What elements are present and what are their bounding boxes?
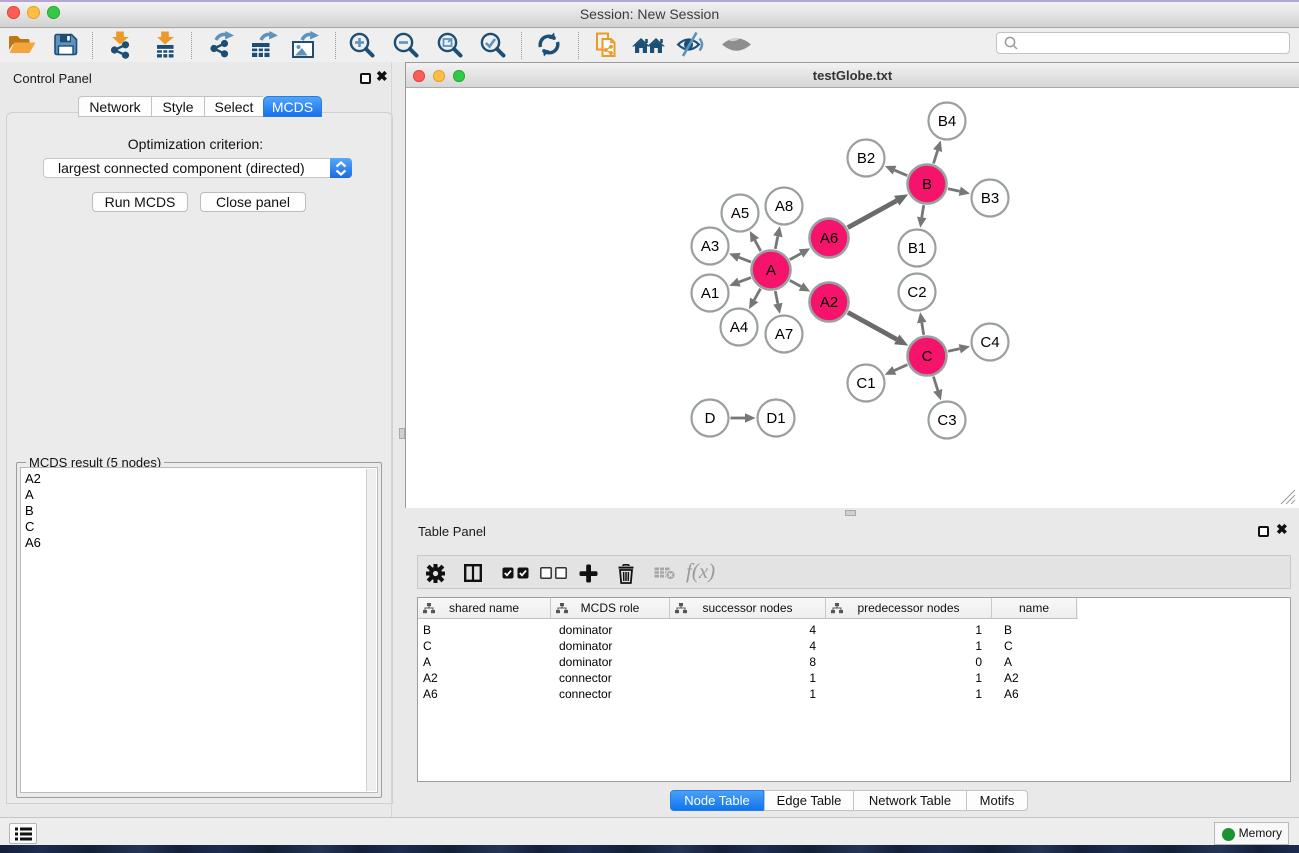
svg-text:D1: D1: [766, 410, 785, 427]
svg-text:B: B: [922, 176, 932, 193]
svg-text:A: A: [766, 262, 776, 279]
svg-text:D: D: [705, 410, 716, 427]
svg-text:C2: C2: [907, 284, 926, 301]
svg-text:C: C: [922, 348, 933, 365]
svg-text:A1: A1: [701, 285, 719, 302]
svg-text:B2: B2: [857, 150, 875, 167]
svg-text:A4: A4: [730, 319, 748, 336]
svg-text:C1: C1: [856, 375, 875, 392]
svg-text:C4: C4: [980, 334, 999, 351]
svg-text:A2: A2: [820, 294, 838, 311]
svg-text:B1: B1: [908, 240, 926, 257]
svg-text:A6: A6: [820, 230, 838, 247]
svg-text:A5: A5: [731, 205, 749, 222]
svg-text:A3: A3: [701, 238, 719, 255]
svg-text:B3: B3: [981, 190, 999, 207]
svg-text:C3: C3: [937, 412, 956, 429]
svg-text:A8: A8: [775, 198, 793, 215]
svg-text:A7: A7: [775, 326, 793, 343]
svg-text:B4: B4: [938, 113, 956, 130]
